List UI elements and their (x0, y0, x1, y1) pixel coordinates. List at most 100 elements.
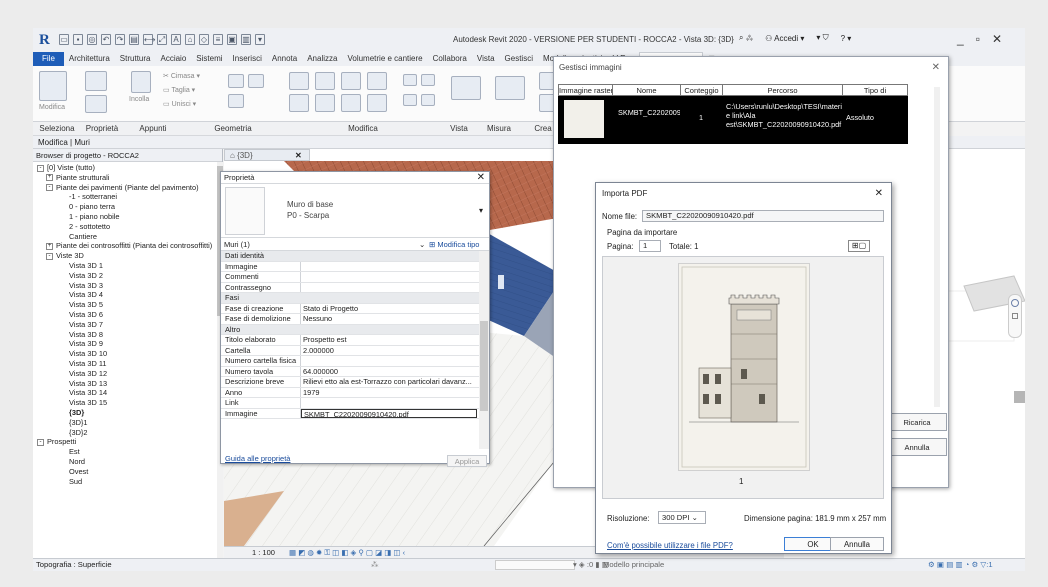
chevron-down-icon[interactable]: ⌄ (419, 238, 425, 251)
mirror-draw-icon[interactable] (367, 72, 387, 90)
property-section[interactable]: Dati identità (221, 251, 489, 262)
dimension-icon[interactable]: ⤢ (157, 34, 167, 45)
property-value[interactable]: Stato di Progetto (301, 304, 477, 314)
mirror-icon[interactable] (341, 72, 361, 90)
panel-label-0[interactable]: Seleziona (33, 122, 81, 135)
close-manage-images-icon[interactable]: ✕ (932, 57, 940, 79)
property-value[interactable] (301, 398, 477, 408)
properties-scroll-thumb[interactable] (480, 321, 488, 411)
type-selector[interactable]: Muro di base P0 - Scarpa ▾ (221, 184, 489, 238)
property-value[interactable]: Prospetto est (301, 335, 477, 345)
customize-icon[interactable]: ▾ (255, 34, 265, 45)
tab-1[interactable]: Architettura (64, 52, 115, 66)
property-row[interactable]: Descrizione breve Rilievi etto ala est-To… (221, 377, 489, 388)
login-link[interactable]: ⚇ Accedi ▾ (765, 34, 804, 43)
apply-button[interactable]: Applica (447, 455, 487, 467)
property-row[interactable]: Numero tavola 64.000000 (221, 366, 489, 377)
undo-icon[interactable]: ↶ (101, 34, 111, 45)
collapse-icon[interactable]: - (46, 252, 53, 260)
property-row[interactable]: Immagine SKMBT_C22020090910420.pdf (221, 408, 489, 419)
tab-11[interactable]: Gestisci (500, 52, 538, 66)
tree-item[interactable]: 0 - piano terra (33, 202, 222, 212)
geometry-tool-icon[interactable] (228, 74, 244, 88)
property-value[interactable]: 2.000000 (301, 346, 477, 356)
properties-help-link[interactable]: Guida alle proprietà (225, 454, 290, 463)
tree-item[interactable]: Vista 3D 9 (33, 339, 222, 349)
col-raster-image[interactable]: Immagine raster (559, 85, 613, 95)
close-hidden-icon[interactable]: ▣ (227, 34, 237, 45)
property-row[interactable]: Titolo elaborato Prospetto est (221, 335, 489, 346)
split-icon[interactable] (403, 74, 417, 86)
join-tool[interactable]: ▭ Unisci ▾ (163, 100, 196, 108)
collapse-icon[interactable]: - (37, 438, 44, 446)
tab-9[interactable]: Collabora (428, 52, 472, 66)
delete-icon[interactable] (421, 94, 435, 106)
tree-item[interactable]: Vista 3D 5 (33, 300, 222, 310)
tree-item[interactable]: Vista 3D 2 (33, 271, 222, 281)
tree-item[interactable]: + Piante strutturali (33, 173, 222, 183)
properties-scrollbar[interactable] (479, 251, 489, 449)
tree-item[interactable]: {3D} (33, 408, 222, 418)
collapse-icon[interactable]: - (46, 184, 53, 192)
save-icon[interactable]: ▪ (73, 34, 83, 45)
tab-3[interactable]: Acciaio (155, 52, 191, 66)
copy-icon[interactable] (315, 94, 335, 112)
close-properties-icon[interactable]: ✕ (477, 172, 485, 183)
thumbnail-view-toggle-icon[interactable]: ⊞▢ (848, 240, 870, 252)
tree-item[interactable]: Vista 3D 3 (33, 281, 222, 291)
property-row[interactable]: Immagine (221, 261, 489, 272)
tree-item[interactable]: 1 - piano nobile (33, 212, 222, 222)
property-value[interactable] (301, 356, 477, 366)
property-row[interactable]: Link (221, 398, 489, 409)
tree-item[interactable]: Nord (33, 457, 222, 467)
page-input[interactable]: 1 (639, 240, 661, 252)
close-view-tab-icon[interactable]: ✕ (295, 150, 302, 161)
thin-lines-icon[interactable]: ≡ (213, 34, 223, 45)
pdf-page-thumbnail[interactable] (678, 263, 810, 471)
property-value[interactable] (301, 272, 477, 282)
tree-item[interactable]: - [0] Viste (tutto) (33, 163, 222, 173)
view-tools-icon[interactable] (451, 76, 481, 100)
tree-item[interactable]: Vista 3D 6 (33, 310, 222, 320)
col-name[interactable]: Nome (613, 85, 681, 95)
close-icon[interactable]: ✕ (992, 32, 1002, 46)
open-icon[interactable]: ▭ (59, 34, 69, 45)
3d-view-icon[interactable]: ⌂ (185, 34, 195, 45)
property-value[interactable] (301, 283, 477, 293)
tree-item[interactable]: Vista 3D 1 (33, 261, 222, 271)
property-value[interactable]: 64.000000 (301, 367, 477, 377)
view-scroll-thumb[interactable] (1014, 391, 1025, 403)
tree-item[interactable]: Est (33, 447, 222, 457)
tree-item[interactable]: {3D}2 (33, 428, 222, 438)
view-control-icons[interactable]: ▦ ◩ ◍ ✹ ⚿ ◫ ◧ ◈ ⚲ ▢ ◪ ◨ ◫ ‹ (289, 548, 405, 557)
tree-item[interactable]: Cantiere (33, 232, 222, 242)
tab-5[interactable]: Inserisci (228, 52, 267, 66)
scale-icon[interactable] (403, 94, 417, 106)
property-row[interactable]: Contrassegno (221, 282, 489, 293)
tree-item[interactable]: - Piante dei pavimenti (Piante del pavime… (33, 183, 222, 193)
tab-4[interactable]: Sistemi (191, 52, 227, 66)
sync-icon[interactable]: ◎ (87, 34, 97, 45)
tree-item[interactable]: - Viste 3D (33, 251, 222, 261)
steering-wheel-icon[interactable] (1011, 299, 1019, 307)
redo-icon[interactable]: ↷ (115, 34, 125, 45)
trim-icon[interactable] (367, 94, 387, 112)
offset-icon[interactable] (315, 72, 335, 90)
property-row[interactable]: Anno 1979 (221, 387, 489, 398)
workset-select[interactable] (495, 560, 575, 570)
tree-item[interactable]: Ovest (33, 467, 222, 477)
minimize-icon[interactable]: _ (957, 32, 964, 46)
property-section[interactable]: Fasi (221, 293, 489, 304)
tree-item[interactable]: Vista 3D 13 (33, 379, 222, 389)
expand-icon[interactable]: + (46, 174, 53, 182)
wall-joins-icon[interactable] (248, 74, 264, 88)
property-row[interactable]: Fase di demolizione Nessuno (221, 314, 489, 325)
restore-icon[interactable]: ▫ (976, 32, 980, 46)
tab-10[interactable]: Vista (472, 52, 500, 66)
tree-item[interactable]: Vista 3D 7 (33, 320, 222, 330)
tree-item[interactable]: Vista 3D 15 (33, 398, 222, 408)
tab-2[interactable]: Struttura (115, 52, 156, 66)
navigation-bar[interactable] (1008, 294, 1022, 338)
property-value[interactable]: Rilievi etto ala est-Torrazzo con partic… (301, 377, 477, 387)
measure-icon[interactable]: ⟷ (143, 34, 155, 45)
